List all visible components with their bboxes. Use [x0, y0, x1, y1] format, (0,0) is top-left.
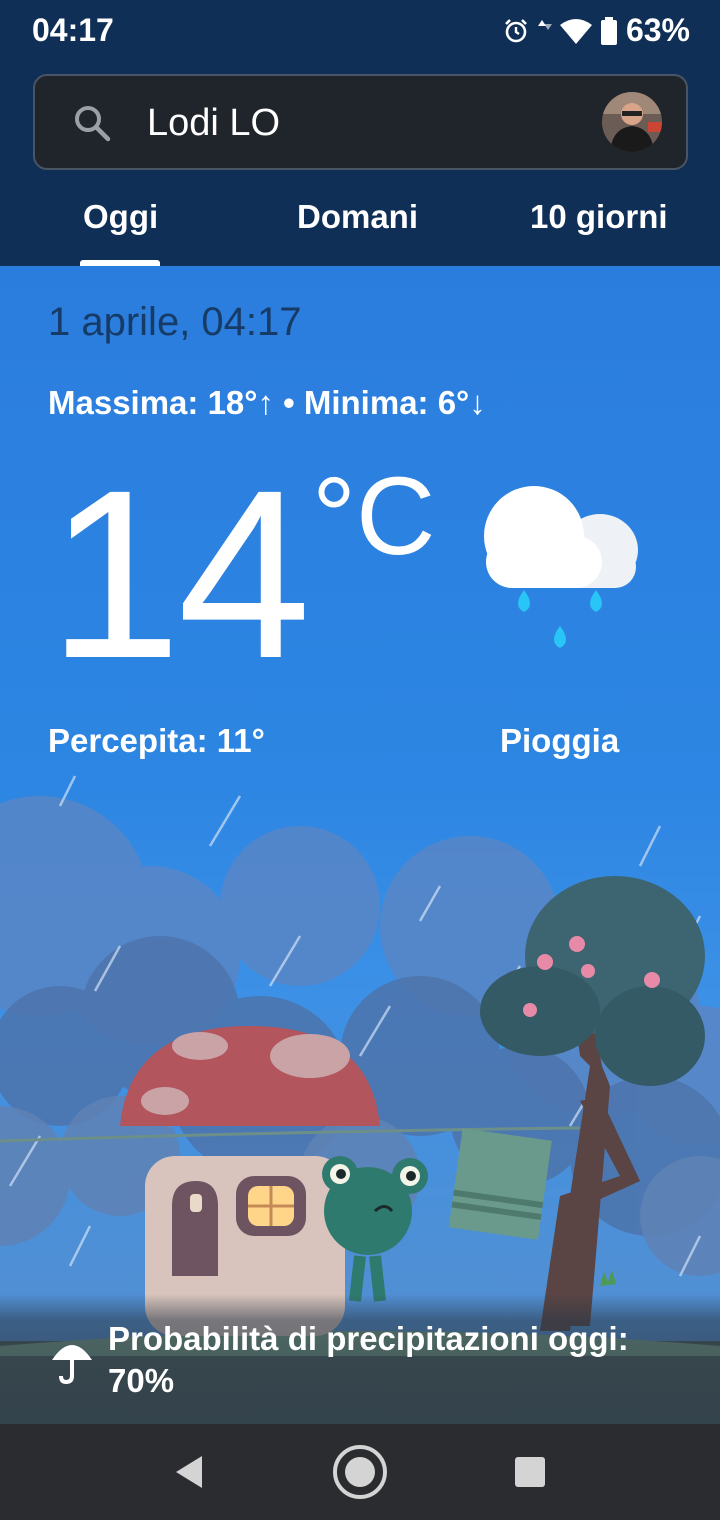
date-time: 1 aprile, 04:17	[48, 300, 302, 344]
min-max-temperature: Massima: 18°↑ • Minima: 6°↓	[48, 384, 486, 421]
alarm-icon	[505, 18, 527, 42]
battery-percent: 63%	[625, 12, 690, 48]
condition-label: Pioggia	[500, 722, 620, 759]
tab-domani[interactable]: Domani	[297, 198, 418, 236]
precipitation-text: Probabilità di precipitazioni oggi: 70%	[108, 1320, 629, 1399]
umbrella-icon	[52, 1345, 92, 1384]
feels-like: Percepita: 11°	[48, 722, 265, 759]
home-icon[interactable]	[332, 1444, 388, 1500]
search-location[interactable]: Lodi LO	[147, 102, 280, 145]
status-bar: 04:17 63%	[0, 0, 720, 62]
current-temperature: 14	[48, 440, 311, 708]
precipitation-banner: Probabilità di precipitazioni oggi: 70%	[0, 1294, 720, 1424]
search-icon[interactable]	[73, 104, 111, 142]
wifi-icon	[559, 18, 592, 44]
recents-icon[interactable]	[514, 1456, 546, 1488]
navigation-bar	[0, 1424, 720, 1520]
weather-panel: 1 aprile, 04:17 Massima: 18°↑ • Minima: …	[0, 266, 720, 1424]
tab-oggi[interactable]: Oggi	[83, 198, 158, 236]
tab-bar: Oggi Domani 10 giorni	[0, 190, 720, 266]
search-bar[interactable]: Lodi LO	[33, 74, 688, 170]
avatar[interactable]	[602, 92, 662, 152]
status-icons: 63%	[502, 12, 690, 49]
temperature-unit: °C	[312, 455, 436, 578]
header: 04:17 63% Lodi LO Oggi Domani 10 giorni	[0, 0, 720, 266]
battery-icon	[600, 16, 617, 45]
tab-10-giorni[interactable]: 10 giorni	[530, 198, 668, 236]
rain-cloud-icon	[484, 486, 638, 648]
status-time: 04:17	[32, 12, 114, 48]
back-icon[interactable]	[172, 1454, 206, 1490]
data-arrows-icon	[537, 19, 552, 30]
